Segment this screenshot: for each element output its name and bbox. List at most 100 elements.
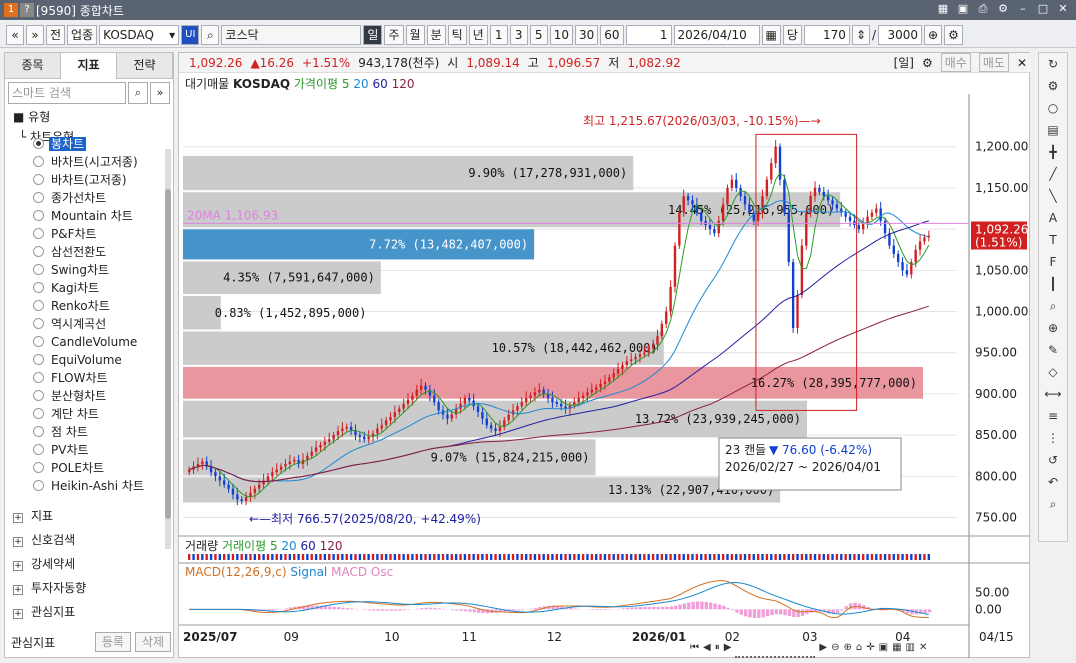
auto-icon[interactable]: A [1039,207,1067,229]
interval-5[interactable]: 5 [529,24,548,45]
diag-icon[interactable]: ╲ [1039,185,1067,207]
chart-type-item[interactable]: 삼선전환도 [5,243,170,261]
chart-type-item[interactable]: CandleVolume [5,333,170,351]
search-icon[interactable]: ⌕ [128,82,148,104]
interval-60[interactable]: 60 [600,24,624,45]
close-icon[interactable]: ✕ [919,642,927,658]
zoom-plus-icon[interactable]: ⊕ [924,24,943,45]
chart-type-item[interactable]: 바차트(시고저종) [5,153,170,171]
symbol-combo[interactable]: KOSDAQ ▾ [99,24,180,45]
first-icon[interactable]: ⏮ [690,642,699,658]
nav-prev-button[interactable]: « [6,24,24,45]
help-icon[interactable]: ? [20,3,34,17]
sector-button[interactable]: 업종 [67,24,98,45]
chart-type-item[interactable]: Heikin-Ashi 차트 [5,477,170,495]
prev-button[interactable]: 전 [46,24,66,45]
date-label[interactable]: 당 [782,24,802,45]
interval-spin[interactable]: 1 [625,24,672,45]
search-icon[interactable]: ⌕ [1039,493,1067,515]
tab-strategy[interactable]: 전략 [117,53,173,79]
sell-button[interactable]: 매도 [978,53,1009,72]
play-icon[interactable]: ▶ [819,642,827,658]
text-icon[interactable]: T [1039,229,1067,251]
gear-icon[interactable]: ⚙ [1039,75,1067,97]
measure-icon[interactable]: ⟷ [1039,383,1067,405]
interval-10[interactable]: 10 [549,24,573,45]
fib-icon[interactable]: F [1039,251,1067,273]
date-field[interactable]: 2026/04/10 [673,24,760,45]
chart-type-item[interactable]: POLE차트 [5,459,170,477]
total-field[interactable]: 3000 [878,24,923,45]
pause-icon[interactable]: ⏸ [715,642,720,658]
smart-search-input[interactable]: 스마트 검색 [8,82,126,104]
period-tick[interactable]: 틱 [447,24,467,45]
close-icon[interactable]: ✕ [1056,2,1070,16]
print-icon[interactable]: ⎙ [976,2,990,16]
scroll-thumb[interactable] [165,189,171,519]
sidebar-scrollbar[interactable] [165,149,171,549]
chevron-down-icon[interactable]: » [150,82,170,104]
shape-icon[interactable]: ◇ [1039,361,1067,383]
delete-button[interactable]: 삭제 [134,632,171,652]
group-strength[interactable]: + 강세약세 [13,553,75,575]
layout-icon[interactable]: ▦ [936,2,950,16]
group-signal[interactable]: + 신호검색 [13,529,75,551]
zoomin-icon[interactable]: ⊕ [1039,317,1067,339]
prev-icon[interactable]: ◀ [703,642,711,658]
grid-icon[interactable]: ▦ [892,642,901,658]
maximize-icon[interactable]: □ [1036,2,1050,16]
crosshair-icon[interactable]: ╋ [1039,141,1067,163]
chart-type-item[interactable]: EquiVolume [5,351,170,369]
chart-type-item[interactable]: Swing차트 [5,261,170,279]
buy-button[interactable]: 매수 [940,53,971,72]
chart-type-item[interactable]: 계단 차트 [5,405,170,423]
chart-icon[interactable]: ▤ [1039,119,1067,141]
zoom-out-icon[interactable]: ⊖ [831,642,839,658]
interval-3[interactable]: 3 [509,24,528,45]
period-year[interactable]: 년 [468,24,488,45]
chart-type-item[interactable]: PV차트 [5,441,170,459]
group-indicator[interactable]: + 지표 [13,505,53,527]
period-day[interactable]: 일 [363,24,383,45]
chart-type-item[interactable]: 종가선차트 [5,189,170,207]
nav-down-button[interactable]: » [26,24,44,45]
chart-type-item[interactable]: 봉차트 [5,135,170,153]
save-icon[interactable]: ▣ [956,2,970,16]
zoom-icon[interactable]: ⌕ [1039,295,1067,317]
period-minute[interactable]: 분 [426,24,446,45]
zoom-in-icon[interactable]: ⊕ [844,642,852,658]
interval-30[interactable]: 30 [574,24,599,45]
chart-type-item[interactable]: P&F차트 [5,225,170,243]
count-field[interactable]: 170 [803,24,850,45]
bars2-icon[interactable]: ⋮ [1039,427,1067,449]
gear-icon[interactable]: ⚙ [944,24,963,45]
chart-type-item[interactable]: FLOW차트 [5,369,170,387]
fit-icon[interactable]: ▣ [879,642,888,658]
calendar-icon[interactable]: ▦ [761,24,781,45]
chart-type-item[interactable]: Kagi차트 [5,279,170,297]
chart-type-item[interactable]: 역시계곡선 [5,315,170,333]
rotate-icon[interactable]: ↺ [1039,449,1067,471]
crosshair-icon[interactable]: ✛ [866,642,874,658]
interval-1[interactable]: 1 [489,24,508,45]
chart-type-item[interactable]: Mountain 차트 [5,207,170,225]
circle-icon[interactable]: ○ [1039,97,1067,119]
close-icon[interactable]: ✕ [1017,56,1027,70]
period-month[interactable]: 월 [405,24,425,45]
scroll-track[interactable] [735,642,816,658]
chart-type-item[interactable]: 점 차트 [5,423,170,441]
settings-icon[interactable]: ⚙ [996,2,1010,16]
minimize-icon[interactable]: – [1016,2,1030,16]
bars-icon[interactable]: ≡ [1039,405,1067,427]
home-icon[interactable]: ⌂ [856,642,862,658]
pen-icon[interactable]: ✎ [1039,339,1067,361]
refresh-icon[interactable]: ↻ [1039,53,1067,75]
tab-indicator[interactable]: 지표 [61,53,117,79]
gear-icon[interactable]: ⚙ [922,56,933,70]
split-icon[interactable]: ▥ [906,642,915,658]
line-icon[interactable]: ╱ [1039,163,1067,185]
chart-type-item[interactable]: 분산형차트 [5,387,170,405]
ui-badge[interactable]: UI [181,24,200,45]
spin-icon[interactable]: ⇕ [851,24,870,45]
period-week[interactable]: 주 [384,24,404,45]
